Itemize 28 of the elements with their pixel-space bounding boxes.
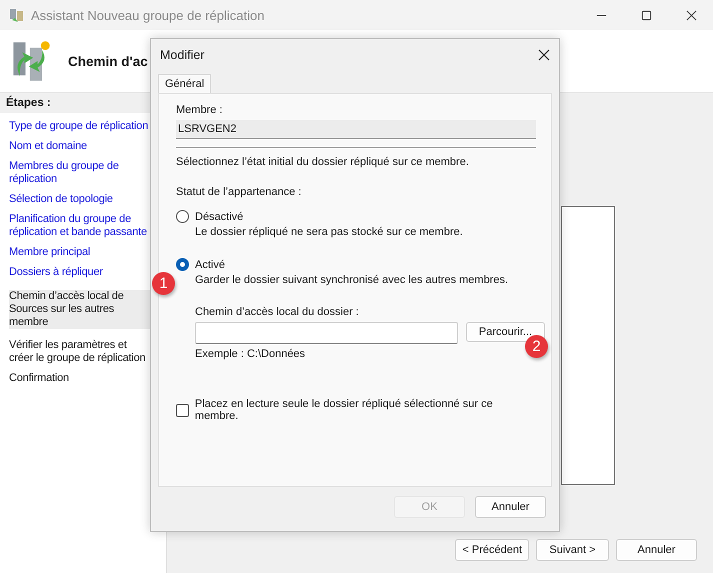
checkbox[interactable] xyxy=(176,404,189,416)
instruction-text: Sélectionnez l’état initial du dossier répliqué sur ce membre. xyxy=(176,156,469,168)
option-description: Garder le dossier suivant synchronisé avec les autres membres. xyxy=(195,274,508,286)
page-heading: Chemin d'ac xyxy=(68,54,148,68)
wizard-button[interactable]: Annuler xyxy=(616,539,697,561)
example-text: Exemple : C:\Données xyxy=(195,348,306,360)
app-icon xyxy=(9,7,25,23)
radio-button[interactable] xyxy=(176,258,189,271)
browse-button[interactable]: Parcourir... xyxy=(466,322,545,342)
dialog-button[interactable]: Annuler xyxy=(475,496,546,518)
close-icon[interactable] xyxy=(686,10,697,20)
path-label: Chemin d’accès local du dossier : xyxy=(195,306,360,318)
dialog-title: Modifier xyxy=(160,48,204,62)
option-label[interactable]: Désactivé xyxy=(195,210,244,222)
wizard-button[interactable]: Suivant > xyxy=(536,539,609,561)
readonly-label[interactable]: Placez en lecture seule le dossier répliqué sélectionné sur ce membre. xyxy=(194,398,536,422)
general-tab[interactable]: Général xyxy=(158,74,212,93)
option-description: Le dossier répliqué ne sera pas stocké sur ce membre. xyxy=(195,226,463,238)
radio-button[interactable] xyxy=(176,210,189,223)
member-label: Membre : xyxy=(176,104,222,116)
wizard-button[interactable]: < Précédent xyxy=(455,539,529,561)
maximize-icon[interactable] xyxy=(641,10,652,20)
status-label: Statut de l’appartenance : xyxy=(176,186,302,198)
path-field[interactable] xyxy=(195,322,458,344)
member-field: LSRVGEN2 xyxy=(176,120,536,139)
window-title: Assistant Nouveau groupe de réplication xyxy=(31,8,264,22)
close-icon[interactable] xyxy=(538,49,550,61)
option-label[interactable]: Activé xyxy=(195,258,225,270)
